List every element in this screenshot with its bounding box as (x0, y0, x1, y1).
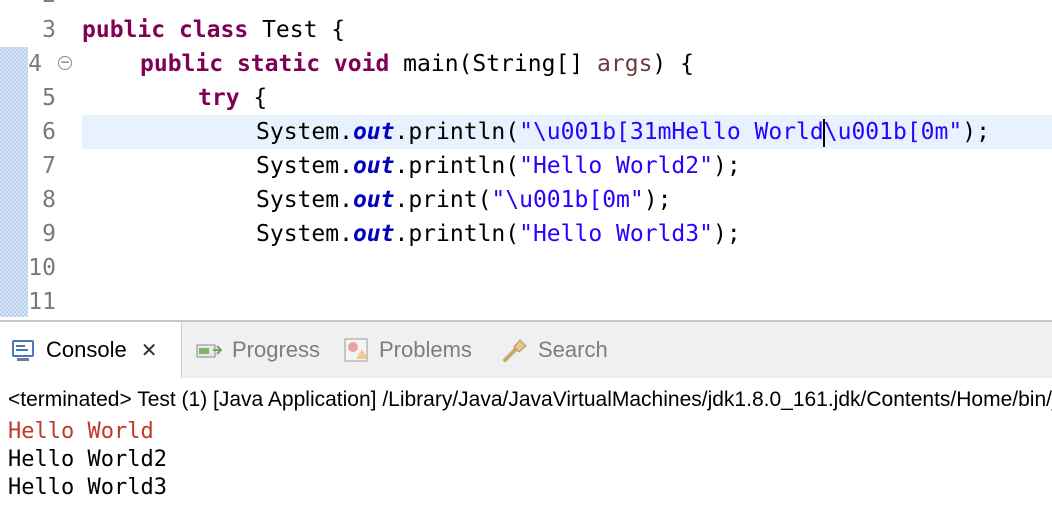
code-line-9[interactable]: 9 System.out.println("Hello World3"); (0, 217, 1052, 251)
collapse-icon[interactable]: − (58, 56, 72, 70)
code-line-8[interactable]: 8 System.out.print("\u001b[0m"); (0, 183, 1052, 217)
close-icon[interactable]: ✕ (141, 338, 158, 363)
line-number: 2 (0, 0, 56, 12)
console-description: <terminated> Test (1) [Java Application]… (8, 388, 1052, 411)
console-output-line: Hello World2 (8, 447, 167, 472)
console-output-line: Hello World (8, 419, 154, 444)
tab-console-label: Console (46, 337, 127, 362)
line-number: 5 (42, 85, 56, 111)
line-number: 8 (42, 187, 56, 213)
tab-progress-label: Progress (232, 337, 321, 362)
tab-console[interactable]: Console ✕ (0, 322, 182, 378)
tab-problems-label: Problems (379, 337, 472, 362)
code-line-6[interactable]: 6 System.out.println("\u001b[31mHello Wo… (0, 115, 1052, 149)
code-text: public static void main(String[] args) { (140, 51, 694, 77)
code-line-2[interactable]: 2 (0, 0, 1052, 12)
code-text: try { (198, 85, 268, 111)
code-line-5[interactable]: 5 try { (0, 81, 1052, 115)
code-line-11[interactable]: 11 (0, 285, 1052, 319)
line-number: 11 (28, 289, 56, 315)
tab-search-label: Search (538, 337, 608, 362)
console-tab-bar: Console ✕ Progress Problems Search (0, 322, 1052, 378)
code-text: System.out.println("Hello World2"); (256, 153, 741, 179)
code-text: System.out.println("Hello World3"); (256, 221, 741, 247)
line-number: 3 (42, 17, 56, 43)
code-text: public class Test { (82, 17, 346, 43)
code-editor[interactable]: 2 3 public class Test { 4 − public stati… (0, 0, 1052, 320)
code-line-7[interactable]: 7 System.out.println("Hello World2"); (0, 149, 1052, 183)
code-line-3[interactable]: 3 public class Test { (0, 13, 1052, 47)
progress-icon (196, 337, 224, 363)
tab-search[interactable]: Search (502, 322, 608, 378)
code-text: System.out.println("\u001b[31mHello Worl… (256, 118, 990, 147)
problems-icon (343, 337, 369, 363)
line-number: 9 (42, 221, 56, 247)
code-line-4[interactable]: 4 − public static void main(String[] arg… (0, 47, 1052, 81)
code-line-10[interactable]: 10 (0, 251, 1052, 285)
console-icon (10, 337, 36, 363)
line-number: 10 (28, 255, 56, 281)
console-output[interactable]: Hello World Hello World2 Hello World3 (8, 418, 167, 502)
line-number: 7 (42, 153, 56, 179)
search-icon (502, 337, 528, 363)
code-text: System.out.print("\u001b[0m"); (256, 187, 672, 213)
tab-problems[interactable]: Problems (343, 322, 472, 378)
line-number: 6 (42, 119, 56, 145)
console-output-line: Hello World3 (8, 475, 167, 500)
tab-progress[interactable]: Progress (196, 322, 320, 378)
line-number: 4 (28, 51, 42, 77)
